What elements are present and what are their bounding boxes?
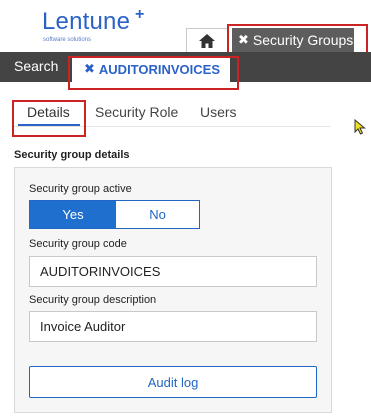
subtab-security-role[interactable]: Security Role [95,104,178,120]
highlight-box-doc-tab [68,56,239,90]
logo-tagline: software solutions [43,37,92,43]
highlight-box-details [12,100,86,137]
active-label: Security group active [29,183,132,195]
toggle-yes-button[interactable]: Yes [30,201,116,228]
mouse-cursor-icon [354,119,366,135]
section-title: Security group details [14,149,130,161]
home-icon [199,34,215,48]
description-label: Security group description [29,294,157,306]
home-tab[interactable] [186,28,228,53]
active-toggle: Yes No [29,200,200,229]
subtab-users[interactable]: Users [200,104,237,120]
security-group-description-input[interactable] [29,311,317,342]
audit-log-button[interactable]: Audit log [29,366,317,398]
logo-wordmark: Lentune [42,8,131,35]
toggle-no-button[interactable]: No [116,201,199,228]
logo-plus: + [135,6,145,23]
security-group-code-input[interactable] [29,256,317,287]
lentune-logo: Lentune + software solutions [42,6,152,44]
code-label: Security group code [29,238,127,250]
search-link[interactable]: Search [14,58,58,74]
